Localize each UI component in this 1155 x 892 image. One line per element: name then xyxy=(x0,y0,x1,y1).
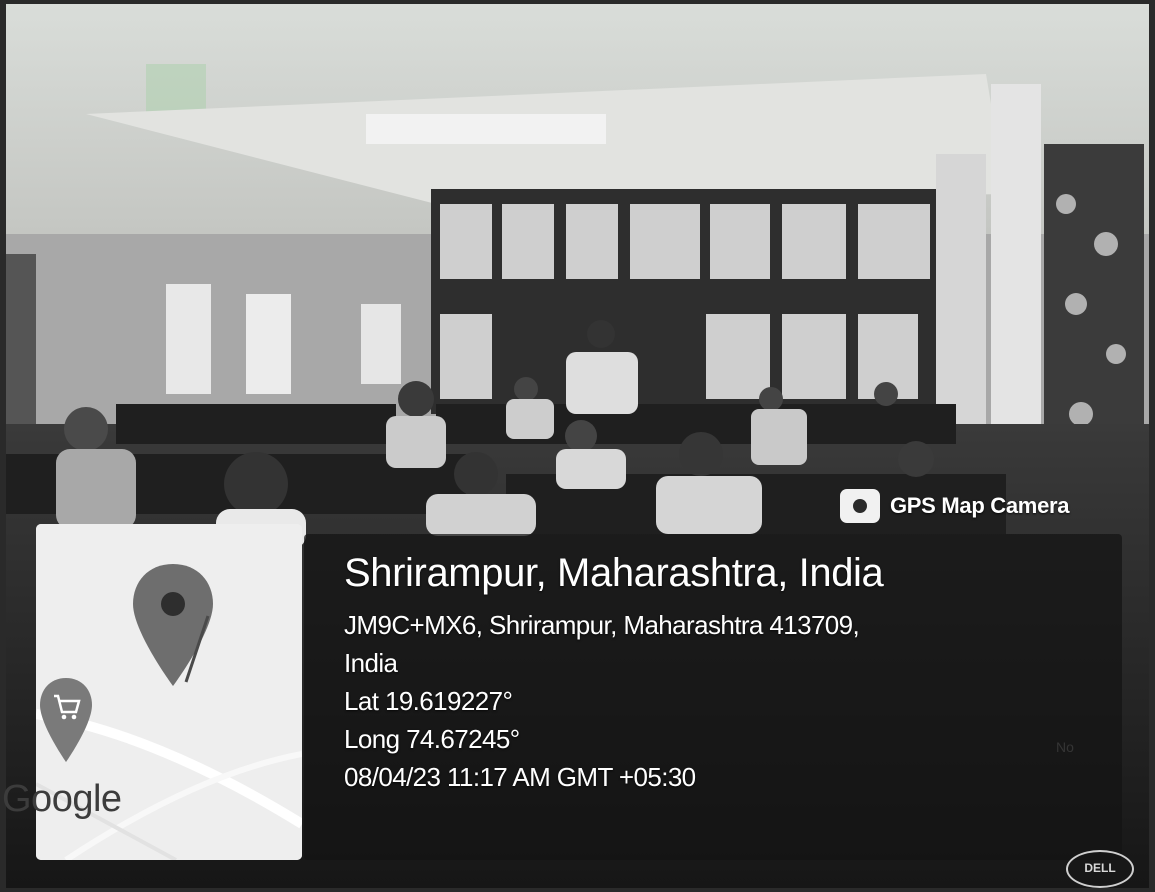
photo-frame: No GPS Map Camera Google Shr xyxy=(0,0,1155,892)
address-line-2: India xyxy=(344,648,398,678)
gps-map-camera-badge: GPS Map Camera xyxy=(840,474,1118,538)
monitor-brand-logo: DELL xyxy=(1066,850,1134,888)
datetime: 08/04/23 11:17 AM GMT +05:30 xyxy=(344,762,696,792)
map-provider-logo: Google xyxy=(2,778,122,820)
app-name: GPS Map Camera xyxy=(890,493,1070,518)
location-info-panel: Shrirampur, Maharashtra, India JM9C+MX6,… xyxy=(304,534,1122,860)
latitude: Lat 19.619227° xyxy=(344,686,513,716)
camera-icon xyxy=(840,489,880,523)
place-title: Shrirampur, Maharashtra, India xyxy=(344,551,884,595)
address-line-1: JM9C+MX6, Shrirampur, Maharashtra 413709… xyxy=(344,610,860,640)
longitude: Long 74.67245° xyxy=(344,724,520,754)
